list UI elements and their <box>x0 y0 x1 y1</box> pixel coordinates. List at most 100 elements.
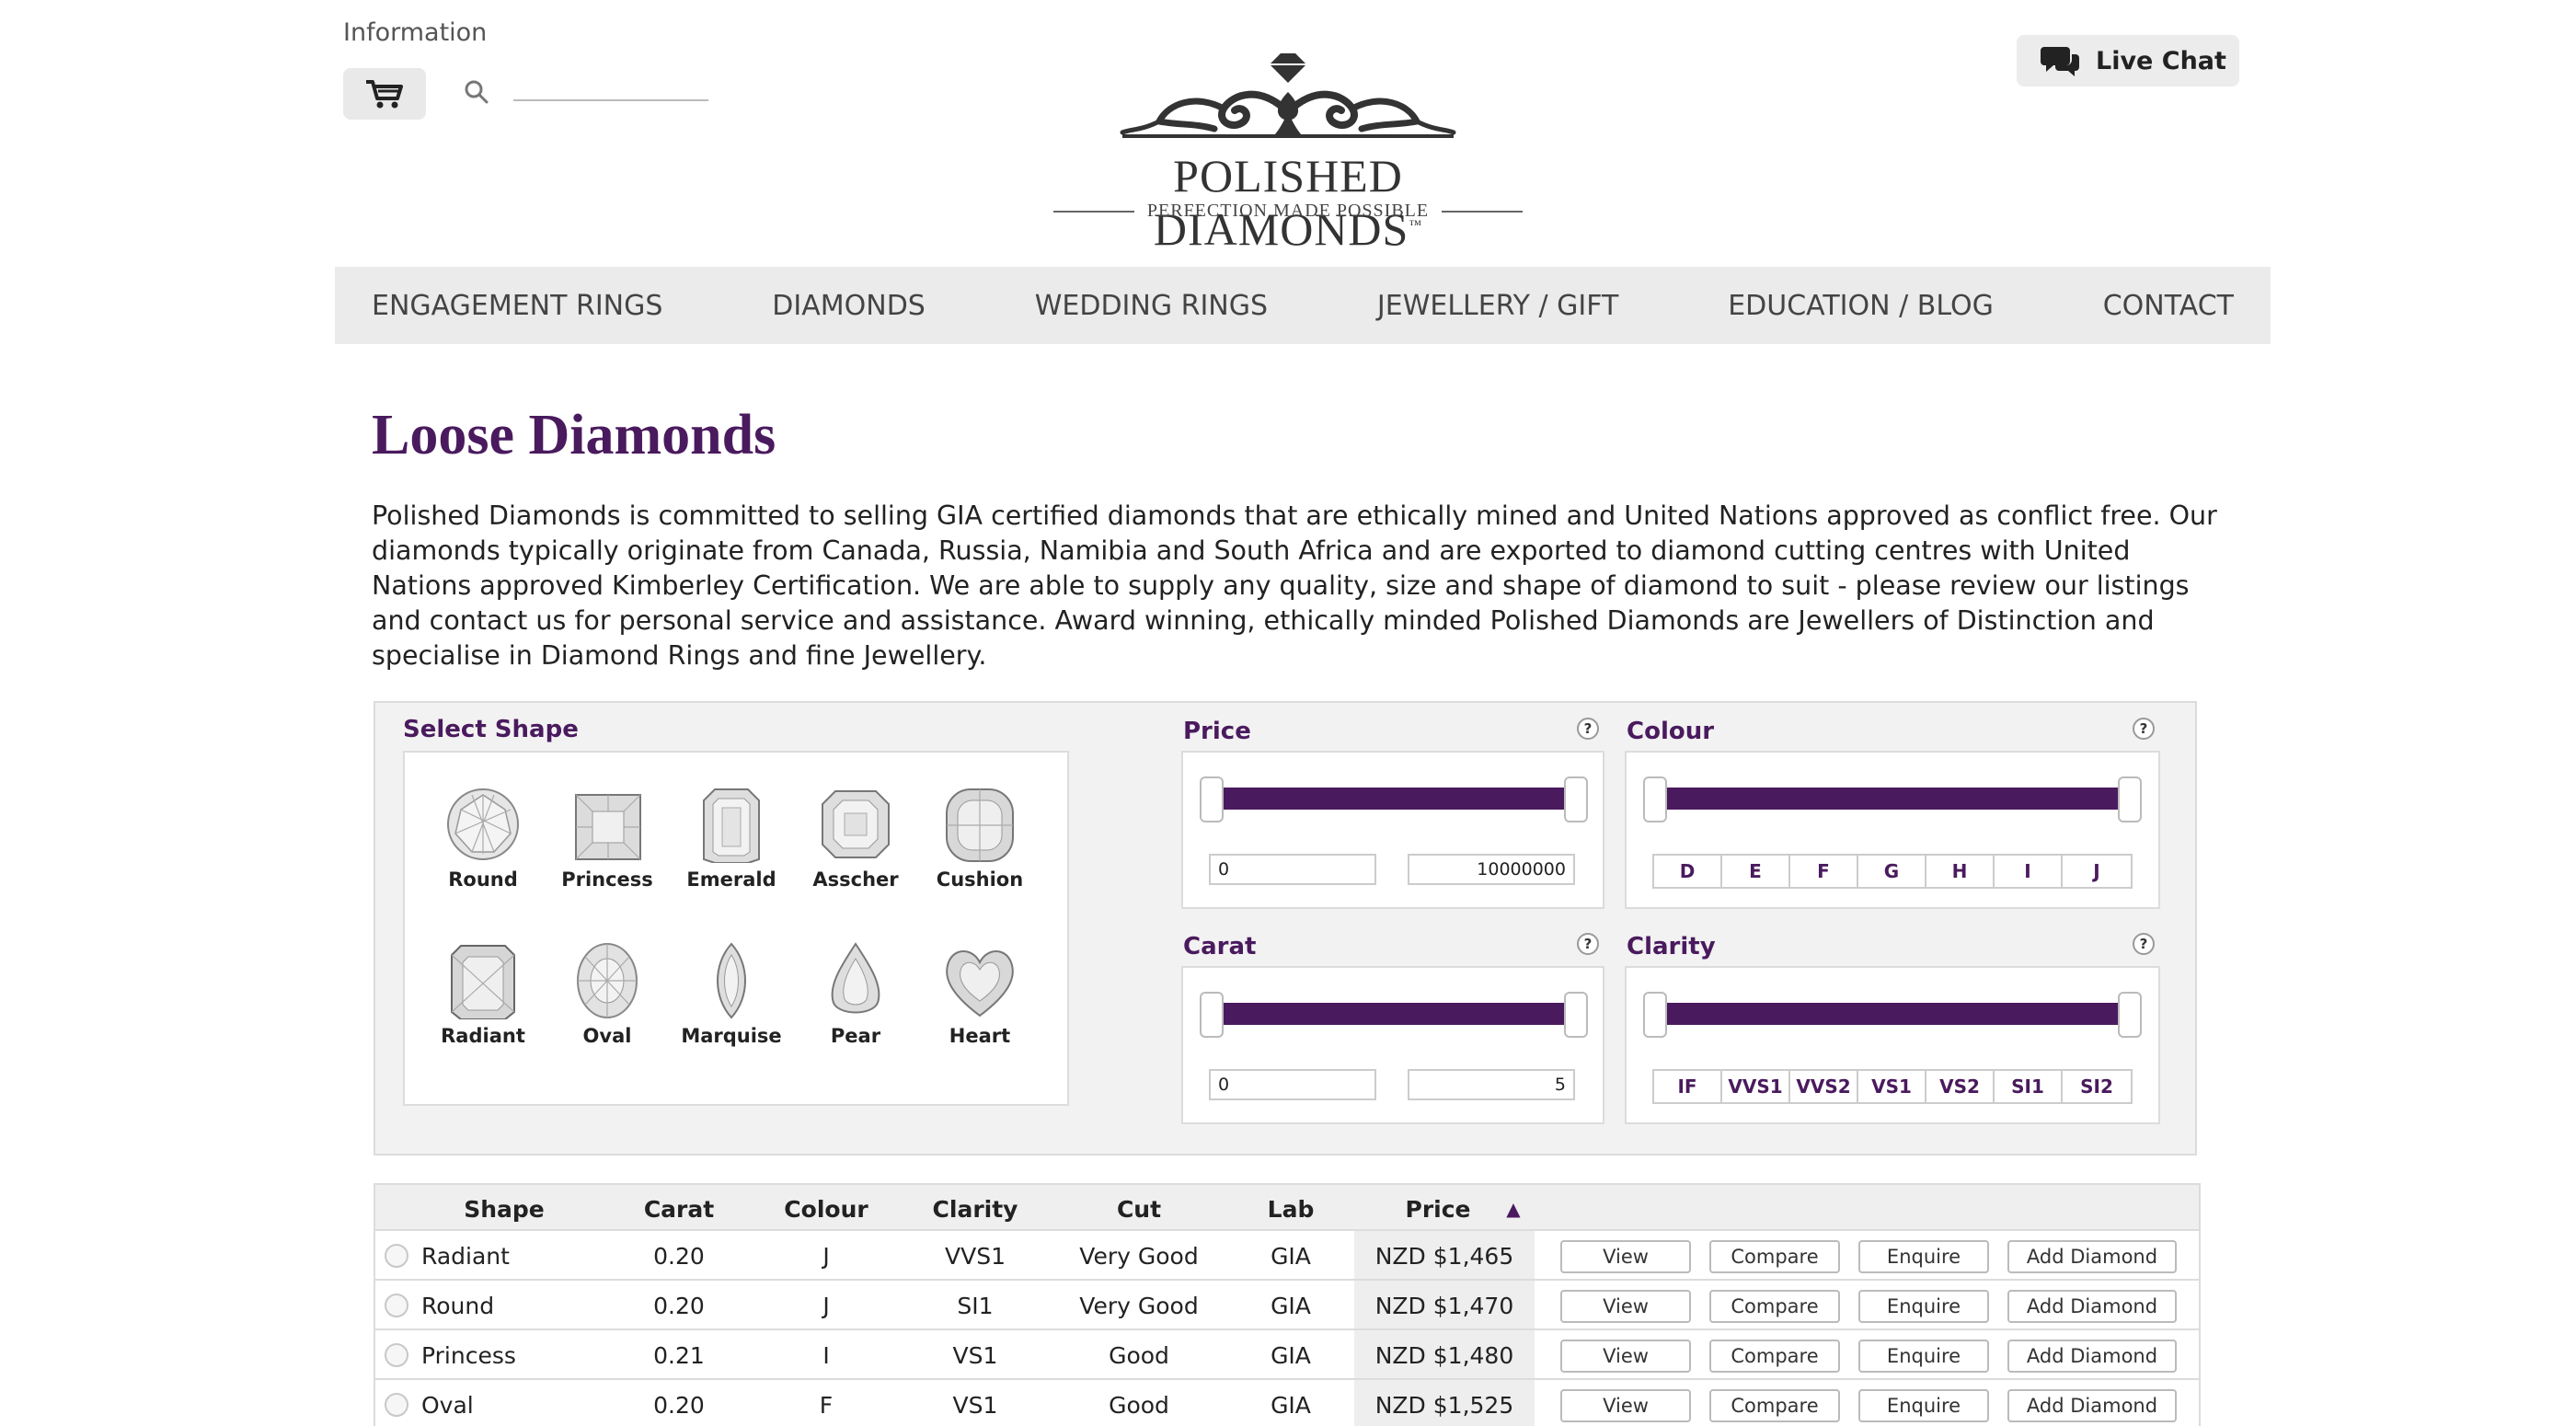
clarity-slider-track[interactable] <box>1650 1003 2134 1025</box>
carat-slider-max-handle[interactable] <box>1564 992 1588 1038</box>
shape-option-asscher[interactable]: Asscher <box>796 786 915 891</box>
colour-grade-d[interactable]: D <box>1654 856 1722 887</box>
clarity-grade-vvs2[interactable]: VVS2 <box>1790 1071 1858 1102</box>
column-header-clarity[interactable]: Clarity <box>911 1196 1040 1223</box>
colour-slider-track[interactable] <box>1650 788 2134 810</box>
clarity-grade-if[interactable]: IF <box>1654 1071 1722 1102</box>
radiant-diamond-icon <box>451 945 515 1019</box>
shape-option-marquise[interactable]: Marquise <box>672 942 791 1047</box>
colour-help-icon[interactable]: ? <box>2133 718 2155 740</box>
table-row[interactable]: Oval 0.20 F VS1 Good GIA NZD $1,525 View Compare… <box>374 1380 2201 1426</box>
cart-button[interactable] <box>343 68 426 120</box>
nav-engagement-rings[interactable]: ENGAGEMENT RINGS <box>372 290 662 322</box>
clarity-filter-label: Clarity <box>1627 933 1716 960</box>
view-button[interactable]: View <box>1560 1340 1691 1373</box>
add-diamond-button[interactable]: Add Diamond <box>2007 1340 2177 1373</box>
shape-option-radiant[interactable]: Radiant <box>423 942 543 1047</box>
nav-jewellery-gift[interactable]: JEWELLERY / GIFT <box>1377 290 1618 322</box>
marquise-diamond-icon <box>717 942 746 1019</box>
table-row[interactable]: Princess 0.21 I VS1 Good GIA NZD $1,480 View Com… <box>374 1330 2201 1380</box>
shape-option-oval[interactable]: Oval <box>547 942 667 1047</box>
cell-clarity: VS1 <box>952 1392 998 1419</box>
carat-filter: 0 5 <box>1181 966 1604 1124</box>
search-input[interactable] <box>513 74 708 101</box>
compare-button[interactable]: Compare <box>1709 1240 1840 1273</box>
price-slider-max-handle[interactable] <box>1564 776 1588 822</box>
price-slider-min-handle[interactable] <box>1200 776 1224 822</box>
enquire-button[interactable]: Enquire <box>1858 1240 1989 1273</box>
shape-option-cushion[interactable]: Cushion <box>920 786 1040 891</box>
shape-option-pear[interactable]: Pear <box>796 942 915 1047</box>
princess-diamond-icon <box>575 794 641 860</box>
cell-cut: Good <box>1109 1342 1169 1369</box>
clarity-help-icon[interactable]: ? <box>2133 933 2155 955</box>
nav-diamonds[interactable]: DIAMONDS <box>772 290 926 322</box>
main-nav: ENGAGEMENT RINGS DIAMONDS WEDDING RINGS … <box>335 267 2271 344</box>
select-shape-heading: Select Shape <box>403 716 579 743</box>
shape-option-emerald[interactable]: Emerald <box>672 786 791 891</box>
colour-grade-e[interactable]: E <box>1722 856 1790 887</box>
shape-option-round[interactable]: Round <box>423 786 543 891</box>
clarity-grade-si1[interactable]: SI1 <box>1995 1071 2063 1102</box>
column-header-shape[interactable]: Shape <box>449 1196 559 1223</box>
carat-help-icon[interactable]: ? <box>1577 933 1599 955</box>
view-button[interactable]: View <box>1560 1290 1691 1323</box>
price-min-input[interactable]: 0 <box>1209 854 1376 885</box>
site-logo[interactable]: POLISHED DIAMONDS™ PERFECTION MADE POSSI… <box>1040 48 1536 255</box>
colour-grade-g[interactable]: G <box>1858 856 1926 887</box>
information-link[interactable]: Information <box>343 18 487 47</box>
asscher-diamond-icon <box>822 790 890 858</box>
enquire-button[interactable]: Enquire <box>1858 1389 1989 1422</box>
table-row[interactable]: Radiant 0.20 J VVS1 Very Good GIA NZD $1,465 Vi… <box>374 1231 2201 1281</box>
enquire-button[interactable]: Enquire <box>1858 1340 1989 1373</box>
colour-grade-i[interactable]: I <box>1995 856 2063 887</box>
clarity-slider-max-handle[interactable] <box>2118 992 2142 1038</box>
sort-ascending-icon[interactable]: ▲ <box>1500 1198 1527 1220</box>
carat-max-input[interactable]: 5 <box>1408 1069 1575 1100</box>
column-header-cut[interactable]: Cut <box>1093 1196 1185 1223</box>
compare-button[interactable]: Compare <box>1709 1290 1840 1323</box>
colour-grade-j[interactable]: J <box>2063 856 2131 887</box>
colour-filter-label: Colour <box>1627 718 1715 745</box>
colour-slider-max-handle[interactable] <box>2118 776 2142 822</box>
clarity-grade-si2[interactable]: SI2 <box>2063 1071 2131 1102</box>
princess-shape-icon <box>385 1343 408 1367</box>
nav-contact[interactable]: CONTACT <box>2103 290 2234 322</box>
compare-button[interactable]: Compare <box>1709 1340 1840 1373</box>
column-header-colour[interactable]: Colour <box>762 1196 891 1223</box>
price-slider-track[interactable] <box>1207 788 1581 810</box>
table-row[interactable]: Round 0.20 J SI1 Very Good GIA NZD $1,470 View C… <box>374 1281 2201 1330</box>
colour-grade-h[interactable]: H <box>1926 856 1995 887</box>
add-diamond-button[interactable]: Add Diamond <box>2007 1389 2177 1422</box>
nav-education-blog[interactable]: EDUCATION / BLOG <box>1728 290 1994 322</box>
enquire-button[interactable]: Enquire <box>1858 1290 1989 1323</box>
logo-ornament-icon <box>1120 53 1456 138</box>
price-max-input[interactable]: 10000000 <box>1408 854 1575 885</box>
clarity-slider-min-handle[interactable] <box>1643 992 1667 1038</box>
colour-grade-scale: D E F G H I J <box>1652 854 2133 889</box>
price-help-icon[interactable]: ? <box>1577 718 1599 740</box>
live-chat-label: Live Chat <box>2096 46 2226 75</box>
column-header-price[interactable]: Price <box>1387 1196 1489 1223</box>
add-diamond-button[interactable]: Add Diamond <box>2007 1290 2177 1323</box>
colour-grade-f[interactable]: F <box>1790 856 1858 887</box>
search-button[interactable] <box>460 75 493 109</box>
shape-option-princess[interactable]: Princess <box>547 786 667 891</box>
column-header-lab[interactable]: Lab <box>1249 1196 1332 1223</box>
carat-slider-min-handle[interactable] <box>1200 992 1224 1038</box>
nav-wedding-rings[interactable]: WEDDING RINGS <box>1035 290 1268 322</box>
clarity-grade-vs2[interactable]: VS2 <box>1926 1071 1995 1102</box>
column-header-carat[interactable]: Carat <box>624 1196 734 1223</box>
compare-button[interactable]: Compare <box>1709 1389 1840 1422</box>
live-chat-button[interactable]: Live Chat <box>2017 35 2239 86</box>
carat-slider-track[interactable] <box>1207 1003 1581 1025</box>
clarity-grade-vvs1[interactable]: VVS1 <box>1722 1071 1790 1102</box>
shape-option-heart[interactable]: Heart <box>920 942 1040 1047</box>
colour-slider-min-handle[interactable] <box>1643 776 1667 822</box>
cell-price: NZD $1,480 <box>1374 1342 1514 1369</box>
view-button[interactable]: View <box>1560 1389 1691 1422</box>
carat-min-input[interactable]: 0 <box>1209 1069 1376 1100</box>
add-diamond-button[interactable]: Add Diamond <box>2007 1240 2177 1273</box>
clarity-grade-vs1[interactable]: VS1 <box>1858 1071 1926 1102</box>
view-button[interactable]: View <box>1560 1240 1691 1273</box>
